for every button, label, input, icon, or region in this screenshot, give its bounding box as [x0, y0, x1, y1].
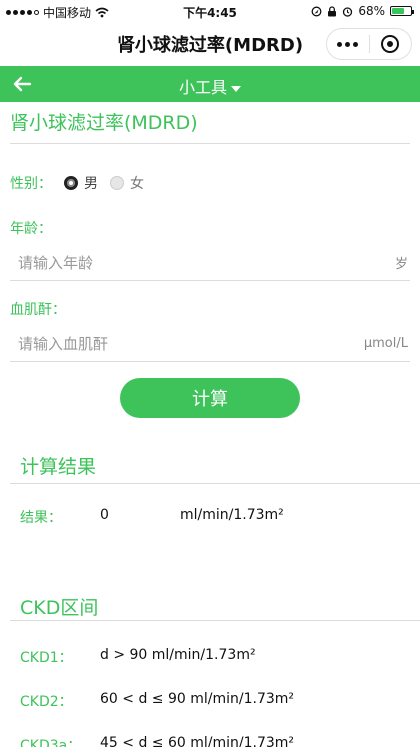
ckd-label: CKD3a： [20, 738, 82, 747]
status-bar: 中国移动 下午4:45 68% [0, 0, 420, 22]
ckd-range: d > 90 ml/min/1.73m² [100, 647, 256, 663]
calculate-button[interactable]: 计算 [120, 378, 300, 418]
battery-level-fill [392, 8, 405, 14]
battery-percent: 68% [358, 4, 385, 18]
result-label: 结果： [20, 510, 62, 526]
mini-program-capsule [326, 28, 412, 60]
lock-rotation-icon [328, 5, 337, 16]
title-divider [10, 143, 410, 144]
nav-bar: 肾小球滤过率(MDRD) [0, 22, 420, 66]
toolbar: 小工具 [0, 66, 420, 102]
gender-option-female[interactable]: 女 [110, 173, 144, 193]
ckd-range: 60 < d ≤ 90 ml/min/1.73m² [100, 691, 295, 707]
status-right-group: 68% [311, 4, 414, 18]
creatinine-input[interactable] [10, 334, 364, 353]
battery-icon [390, 6, 414, 16]
more-button[interactable] [327, 29, 369, 59]
age-label: 年龄： [10, 221, 52, 237]
ckd-range: 45 < d ≤ 60 ml/min/1.73m² [100, 735, 295, 747]
ckd-row-3: CKD3a： 45 < d ≤ 60 ml/min/1.73m² [20, 735, 294, 747]
radio-unchecked-icon [110, 176, 124, 190]
gender-row: 性别： 男 女 [10, 173, 144, 193]
result-unit: ml/min/1.73m² [180, 507, 284, 523]
age-input[interactable] [10, 253, 395, 272]
gender-option-male[interactable]: 男 [64, 173, 98, 193]
ckd-row-1: CKD1： d > 90 ml/min/1.73m² [20, 647, 256, 667]
close-target-icon [381, 35, 400, 53]
calculator-title: 肾小球滤过率(MDRD) [10, 112, 198, 134]
tools-dropdown-label: 小工具 [178, 78, 227, 97]
ckd-label: CKD1： [20, 650, 73, 666]
alarm-icon [343, 6, 353, 17]
result-section-title: 计算结果 [20, 456, 97, 478]
more-dots-icon [337, 41, 359, 47]
result-row: 结果： [20, 507, 100, 527]
result-divider [10, 483, 420, 484]
ckd-row-2: CKD2： 60 < d ≤ 90 ml/min/1.73m² [20, 691, 294, 711]
age-field-row: 岁 [10, 245, 410, 281]
location-icon [311, 6, 322, 16]
ckd-divider [10, 620, 420, 621]
gender-male-text: 男 [84, 176, 98, 192]
caret-down-icon [231, 85, 241, 92]
gender-female-text: 女 [130, 176, 144, 192]
ckd-section-title: CKD区间 [20, 597, 99, 619]
gender-label: 性别： [10, 176, 52, 192]
creatinine-field-row: μmol/L [10, 326, 410, 362]
tools-dropdown[interactable]: 小工具 [0, 74, 420, 98]
ckd-label: CKD2： [20, 694, 73, 710]
close-program-button[interactable] [370, 29, 412, 59]
creatinine-label: 血肌酐： [10, 302, 66, 318]
radio-checked-icon [64, 176, 78, 190]
creatinine-unit: μmol/L [363, 336, 408, 351]
age-unit: 岁 [394, 257, 408, 272]
result-value: 0 [100, 507, 109, 523]
